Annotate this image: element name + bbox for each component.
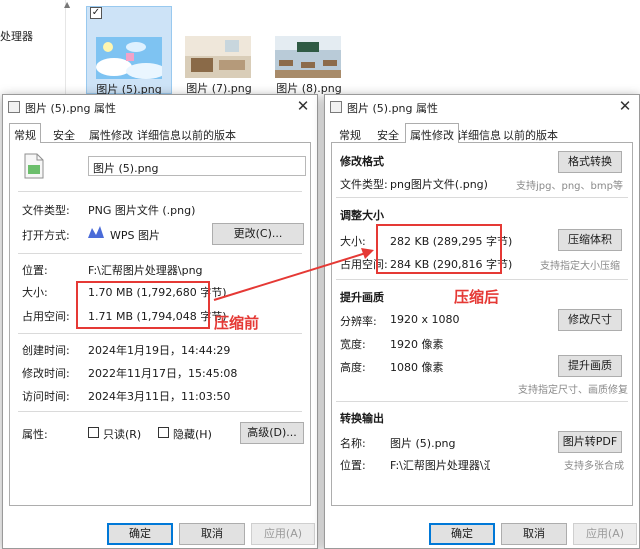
tab-attribute-edit[interactable]: 属性修改 xyxy=(405,123,459,143)
divider xyxy=(18,333,302,334)
divider xyxy=(336,279,628,280)
enhance-quality-button[interactable]: 提升画质 xyxy=(558,355,622,377)
file-type-value: png图片文件(.png) xyxy=(390,178,488,191)
accessed-value: 2024年3月11日，11:03:50 xyxy=(88,390,231,403)
location-label: 位置: xyxy=(22,264,48,277)
compress-button[interactable]: 压缩体积 xyxy=(558,229,622,251)
disk-size-label: 占用空间: xyxy=(22,310,70,323)
tab-strip: 常规 安全 属性修改 详细信息 以前的版本 xyxy=(9,123,311,143)
readonly-checkbox[interactable] xyxy=(88,427,99,438)
accessed-label: 访问时间: xyxy=(22,390,70,403)
open-with-label: 打开方式: xyxy=(22,229,70,242)
attributes-label: 属性: xyxy=(22,428,48,441)
file-tile-image-7[interactable]: 图片 (7).png xyxy=(176,6,262,95)
name-value: 图片 (5).png xyxy=(390,437,456,450)
format-hint: 支持jpg、png、bmp等 xyxy=(516,181,623,192)
properties-dialog-after: 图片 (5).png 属性 ✕ 常规 安全 属性修改 详细信息 以前的版本 修改… xyxy=(324,94,640,549)
change-button[interactable]: 更改(C)... xyxy=(212,223,304,245)
divider xyxy=(18,411,302,412)
dialog-title: 图片 (5).png 属性 xyxy=(347,102,439,115)
dialog-title: 图片 (5).png 属性 xyxy=(25,102,117,115)
modified-label: 修改时间: xyxy=(22,367,70,380)
tab-details[interactable]: 详细信息 xyxy=(453,127,505,143)
hidden-checkbox[interactable] xyxy=(158,427,169,438)
file-type-label: 文件类型: xyxy=(22,204,70,217)
highlight-box-after xyxy=(376,224,502,274)
resolution-label: 分辨率: xyxy=(340,315,377,328)
tab-general[interactable]: 常规 xyxy=(335,127,365,143)
divider xyxy=(336,401,628,402)
compress-hint: 支持指定大小压缩 xyxy=(540,261,620,272)
sky-thumbnail-icon xyxy=(96,37,162,79)
name-label: 名称: xyxy=(340,437,366,450)
image-to-pdf-button[interactable]: 图片转PDF xyxy=(558,431,622,453)
nav-item-label[interactable]: 处理器 xyxy=(0,28,33,44)
attribute-edit-panel: 修改格式 文件类型: png图片文件(.png) 格式转换 支持jpg、png、… xyxy=(331,142,633,506)
file-type-value: PNG 图片文件 (.png) xyxy=(88,204,196,217)
size-label: 大小: xyxy=(340,235,366,248)
open-with-value: WPS 图片 xyxy=(110,229,160,242)
close-icon[interactable]: ✕ xyxy=(617,97,633,115)
cancel-button[interactable]: 取消 xyxy=(501,523,567,545)
file-tile-image-5[interactable]: ✓ 图片 (5).png xyxy=(86,6,172,96)
enhance-hint: 支持指定尺寸、画质修复 xyxy=(518,385,628,396)
quality-section-title: 提升画质 xyxy=(340,291,384,304)
dialog-titlebar[interactable]: 图片 (5).png 属性 ✕ xyxy=(3,95,317,119)
size-label: 大小: xyxy=(22,286,48,299)
divider xyxy=(18,191,302,192)
room-thumbnail-icon xyxy=(185,36,251,78)
created-label: 创建时间: xyxy=(22,344,70,357)
divider xyxy=(18,253,302,254)
filename-field[interactable]: 图片 (5).png xyxy=(88,156,306,176)
format-section-title: 修改格式 xyxy=(340,155,384,168)
modified-value: 2022年11月17日，15:45:08 xyxy=(88,367,238,380)
cancel-button[interactable]: 取消 xyxy=(179,523,245,545)
height-label: 高度: xyxy=(340,361,366,374)
height-value: 1080 像素 xyxy=(390,361,444,374)
ok-button[interactable]: 确定 xyxy=(429,523,495,545)
created-value: 2024年1月19日，14:44:29 xyxy=(88,344,231,357)
classroom-thumbnail-icon xyxy=(275,36,341,78)
wps-app-icon xyxy=(88,226,104,238)
width-value: 1920 像素 xyxy=(390,338,444,351)
readonly-label: 只读(R) xyxy=(103,428,142,441)
file-icon xyxy=(8,101,20,113)
apply-button[interactable]: 应用(A) xyxy=(251,523,315,545)
highlight-box-before xyxy=(76,281,210,329)
dialog-titlebar[interactable]: 图片 (5).png 属性 ✕ xyxy=(325,95,639,119)
tab-previous-versions[interactable]: 以前的版本 xyxy=(499,127,562,143)
tab-attribute-edit[interactable]: 属性修改 xyxy=(85,127,137,143)
tab-previous-versions[interactable]: 以前的版本 xyxy=(177,127,240,143)
file-icon xyxy=(330,101,342,113)
annotation-after: 压缩后 xyxy=(454,288,500,306)
location-label: 位置: xyxy=(340,459,366,472)
format-convert-button[interactable]: 格式转换 xyxy=(558,151,622,173)
tab-general[interactable]: 常规 xyxy=(9,123,41,143)
pdf-hint: 支持多张合成 xyxy=(564,461,624,472)
file-tile-image-8[interactable]: 图片 (8).png xyxy=(266,6,352,95)
ok-button[interactable]: 确定 xyxy=(107,523,173,545)
width-label: 宽度: xyxy=(340,338,366,351)
divider xyxy=(336,197,628,198)
file-type-label: 文件类型: xyxy=(340,178,388,191)
resize-section-title: 调整大小 xyxy=(340,209,384,222)
tab-security[interactable]: 安全 xyxy=(373,127,403,143)
resolution-value: 1920 x 1080 xyxy=(390,313,460,326)
annotation-before: 压缩前 xyxy=(214,314,260,332)
apply-button[interactable]: 应用(A) xyxy=(573,523,637,545)
scroll-up-icon[interactable]: ▲ xyxy=(64,0,74,14)
close-icon[interactable]: ✕ xyxy=(295,97,311,115)
location-value: F:\汇帮图片处理器\汇帮 xyxy=(390,459,490,472)
convert-section-title: 转换输出 xyxy=(340,412,384,425)
location-value: F:\汇帮图片处理器\png xyxy=(88,264,203,277)
hidden-label: 隐藏(H) xyxy=(173,428,212,441)
file-select-checkbox[interactable]: ✓ xyxy=(90,7,102,19)
tab-strip: 常规 安全 属性修改 详细信息 以前的版本 xyxy=(331,123,633,143)
tab-security[interactable]: 安全 xyxy=(49,127,79,143)
advanced-button[interactable]: 高级(D)... xyxy=(240,422,304,444)
png-file-icon xyxy=(24,153,44,179)
resize-dimensions-button[interactable]: 修改尺寸 xyxy=(558,309,622,331)
